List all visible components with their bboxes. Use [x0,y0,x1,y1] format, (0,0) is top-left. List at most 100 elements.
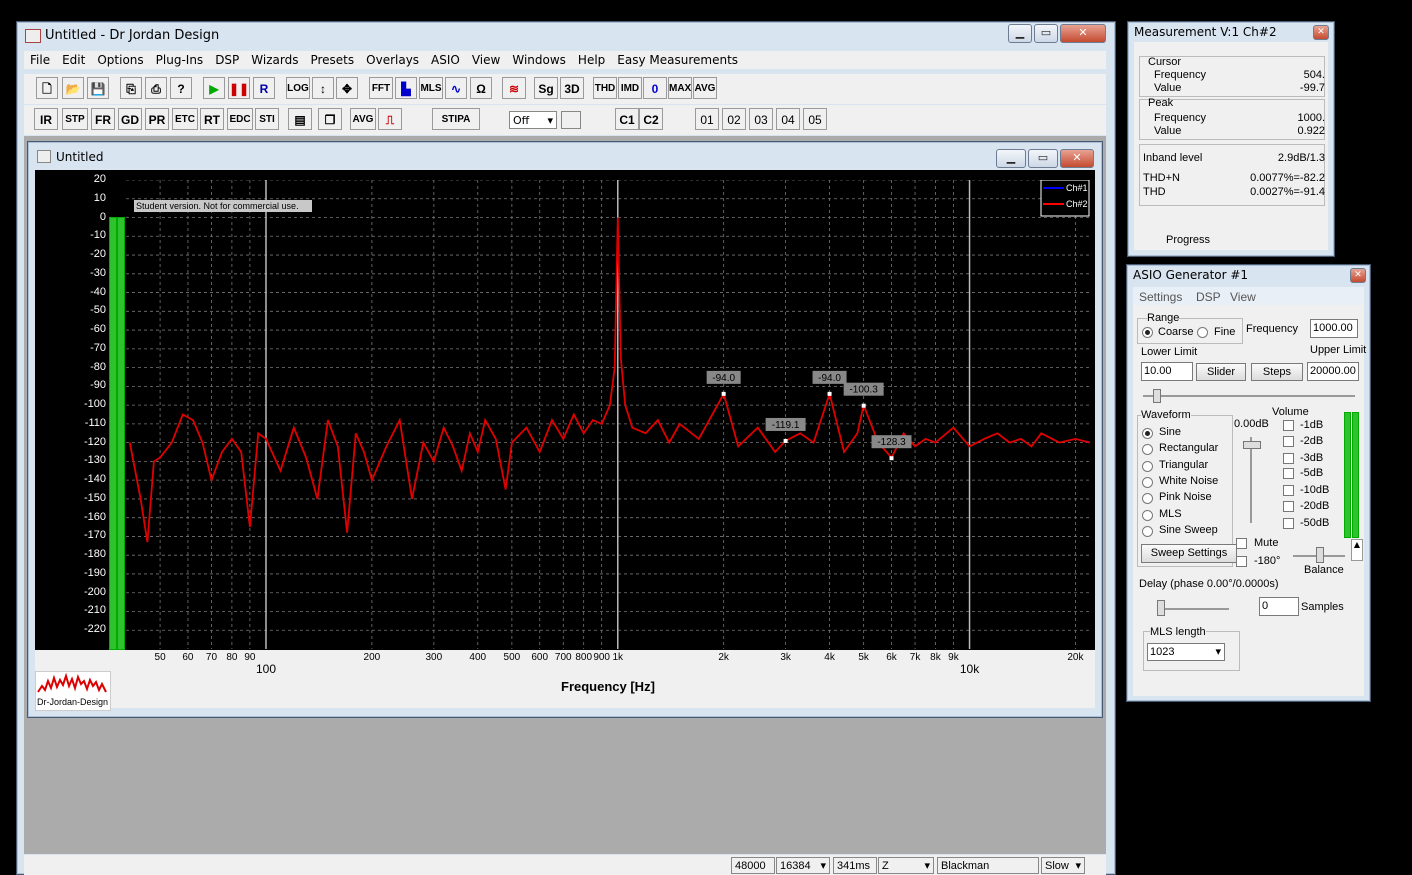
slot-02-button[interactable]: 02 [722,108,746,130]
frequency-slider-thumb[interactable] [1153,389,1161,403]
sg-button[interactable]: Sg [534,77,558,99]
generator-menu-settings[interactable]: Settings [1139,290,1182,304]
sweep-settings-button[interactable]: Sweep Settings [1141,544,1237,563]
fft-button[interactable]: FFT [369,77,393,99]
thd-button[interactable]: THD [593,77,617,99]
balance-slider-thumb[interactable] [1316,547,1324,563]
pause-icon[interactable]: ❚❚ [228,77,250,99]
volume-step-checkbox[interactable] [1283,436,1294,447]
generator-close-button[interactable]: ✕ [1350,268,1366,283]
maximize-button[interactable]: ▭ [1034,24,1058,43]
slot-05-button[interactable]: 05 [803,108,827,130]
max-button[interactable]: MAX [668,77,692,99]
mls-button[interactable]: MLS [419,77,443,99]
waveform-radio-sine-sweep[interactable] [1142,525,1153,537]
phase-invert-checkbox[interactable] [1236,556,1247,567]
menu-item-overlays[interactable]: Overlays [360,51,425,69]
waveform-icon[interactable]: ≋ [502,77,526,99]
menu-item-dsp[interactable]: DSP [209,51,245,69]
help-icon[interactable]: ? [170,77,192,99]
zero-button[interactable]: 0 [643,77,667,99]
gd-button[interactable]: GD [118,108,142,130]
graph-maximize-button[interactable]: ▭ [1028,149,1058,168]
pulse-icon[interactable]: ⎍ [378,108,402,130]
repeat-r-icon[interactable]: R [253,77,275,99]
volume-slider-thumb[interactable] [1243,441,1261,449]
menu-item-view[interactable]: View [466,51,506,69]
slider-button[interactable]: Slider [1196,363,1246,381]
move-icon[interactable]: ✥ [336,77,358,99]
delay-samples-input[interactable]: 0 [1259,597,1299,616]
waveform-radio-sine[interactable] [1142,428,1153,439]
sti-button[interactable]: STI [255,108,279,130]
graph-minimize-button[interactable]: ▁ [996,149,1026,168]
rt-button[interactable]: RT [200,108,224,130]
mls-length-select[interactable]: 1023 ▾ [1147,643,1225,661]
delay-slider-thumb[interactable] [1157,600,1165,616]
fft-size-select[interactable]: 16384 ▾ [776,857,830,874]
mute-checkbox[interactable] [1236,538,1247,549]
ir-button[interactable]: IR [34,108,58,130]
coarse-radio[interactable] [1142,327,1153,338]
avg-button[interactable]: AVG [693,77,717,99]
measurement-close-button[interactable]: ✕ [1313,25,1329,40]
waveform-radio-mls[interactable] [1142,509,1153,521]
waveform-radio-triangular[interactable] [1142,460,1153,472]
blank-box[interactable] [561,111,581,129]
c2-button[interactable]: C2 [639,108,663,130]
off-select[interactable]: Off ▾ [509,111,557,129]
menu-item-help[interactable]: Help [572,51,611,69]
gen-meter-scroll[interactable]: ▲ [1351,539,1363,561]
imd-button[interactable]: IMD [618,77,642,99]
play-icon[interactable]: ▶ [203,77,225,99]
slot-04-button[interactable]: 04 [776,108,800,130]
frequency-slider-track[interactable] [1143,395,1355,397]
waveform-radio-white-noise[interactable] [1142,476,1153,488]
menu-item-windows[interactable]: Windows [506,51,572,69]
new-file-icon[interactable]: 🗋 [36,77,58,99]
graph-close-button[interactable]: ✕ [1060,149,1094,168]
spectrum-chart[interactable]: Student version. Not for commercial use.… [126,180,1090,649]
menu-item-asio[interactable]: ASIO [425,51,466,69]
volume-slider-track[interactable] [1250,437,1252,523]
volume-step-checkbox[interactable] [1283,518,1294,529]
vertical-resize-icon[interactable]: ↕ [312,77,334,99]
volume-step-checkbox[interactable] [1283,420,1294,431]
avg-button-2[interactable]: AVG [350,108,376,130]
copy-icon[interactable]: ⎘ [120,77,142,99]
fine-radio[interactable] [1197,327,1208,338]
log-button[interactable]: LOG [286,77,310,99]
speed-select[interactable]: Slow ▾ [1041,857,1085,874]
menu-item-wizards[interactable]: Wizards [245,51,304,69]
pr-button[interactable]: PR [145,108,169,130]
print-icon[interactable]: ⎙ [145,77,167,99]
close-button[interactable]: ✕ [1060,24,1106,43]
delay-slider-track[interactable] [1157,608,1229,610]
document-icon[interactable]: ▤ [288,108,312,130]
lower-limit-input[interactable]: 10.00 [1141,362,1193,381]
3d-button[interactable]: 3D [560,77,584,99]
volume-step-checkbox[interactable] [1283,501,1294,512]
frequency-input[interactable]: 1000.00 [1310,319,1358,338]
spectrum-icon[interactable]: ▙ [395,77,417,99]
volume-step-checkbox[interactable] [1283,468,1294,479]
stipa-button[interactable]: STIPA [432,108,480,130]
menu-item-presets[interactable]: Presets [304,51,360,69]
slot-03-button[interactable]: 03 [749,108,773,130]
edc-button[interactable]: EDC [227,108,253,130]
menu-item-easy-measurements[interactable]: Easy Measurements [611,51,744,69]
generator-menu-dsp[interactable]: DSP [1196,290,1221,304]
steps-button[interactable]: Steps [1251,363,1303,381]
slot-01-button[interactable]: 01 [695,108,719,130]
minimize-button[interactable]: ▁ [1008,24,1032,43]
copy-window-icon[interactable]: ❐ [318,108,342,130]
volume-step-checkbox[interactable] [1283,485,1294,496]
generator-menu-view[interactable]: View [1230,290,1256,304]
menu-item-file[interactable]: File [24,51,56,69]
menu-item-plug-ins[interactable]: Plug-Ins [150,51,210,69]
upper-limit-input[interactable]: 20000.00 [1307,362,1359,381]
z-select[interactable]: Z ▾ [878,857,934,874]
etc-button[interactable]: ETC [172,108,198,130]
c1-button[interactable]: C1 [615,108,639,130]
filter-icon[interactable]: ∿ [445,77,467,99]
